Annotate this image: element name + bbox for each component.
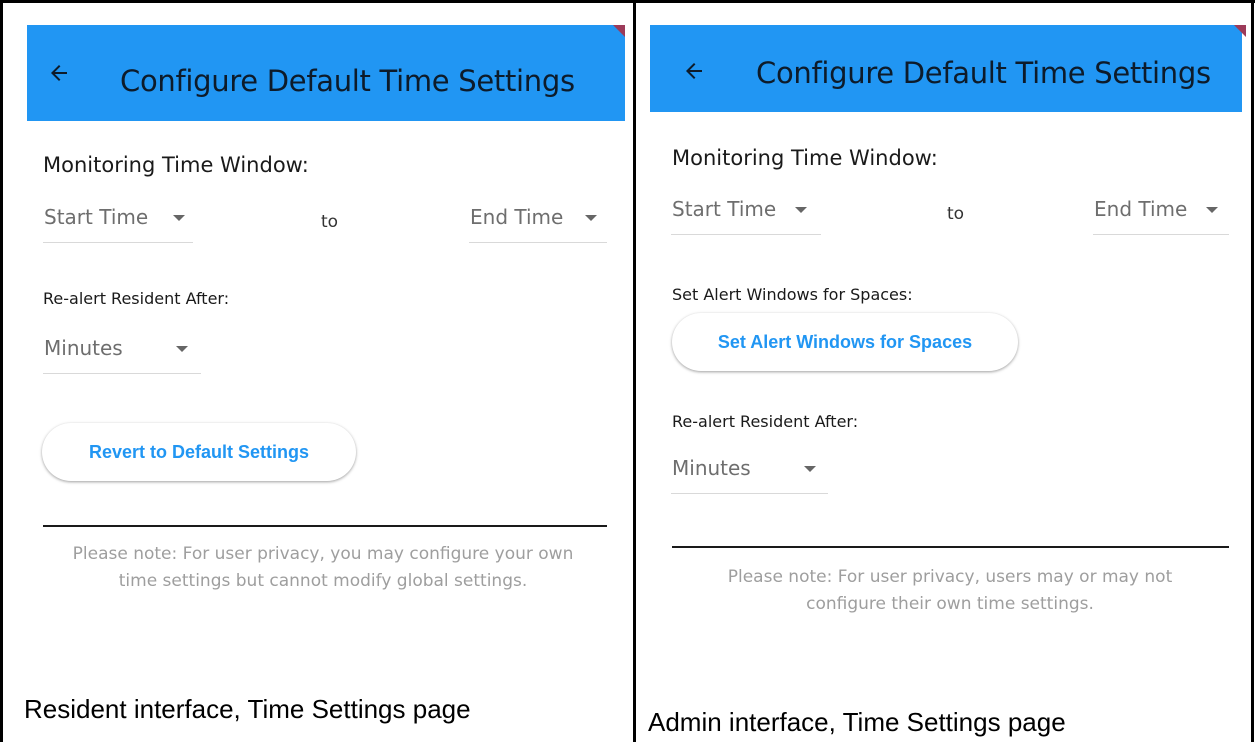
- arrow-back-icon[interactable]: [47, 61, 71, 85]
- triangle-down-icon: [173, 215, 185, 221]
- monitoring-window-label: Monitoring Time Window:: [672, 146, 938, 170]
- arrow-back-icon[interactable]: [682, 59, 706, 83]
- privacy-note-line1: Please note: For user privacy, users may…: [727, 567, 1173, 587]
- privacy-note: Please note: For user privacy, users may…: [660, 564, 1240, 618]
- realert-label: Re-alert Resident After:: [672, 412, 859, 431]
- corner-mark: [613, 25, 625, 37]
- set-alert-windows-button[interactable]: Set Alert Windows for Spaces: [672, 313, 1018, 371]
- minutes-value: Minutes: [44, 336, 123, 360]
- minutes-dropdown[interactable]: Minutes: [43, 328, 201, 374]
- end-time-dropdown[interactable]: End Time: [469, 197, 607, 243]
- triangle-down-icon: [1206, 207, 1218, 213]
- divider-rule: [672, 546, 1229, 548]
- frame-border-right: [1251, 0, 1254, 742]
- admin-caption: Admin interface, Time Settings page: [648, 707, 1066, 737]
- triangle-down-icon: [585, 215, 597, 221]
- start-time-dropdown[interactable]: Start Time: [43, 197, 193, 243]
- realert-label: Re-alert Resident After:: [43, 289, 230, 308]
- start-time-value: Start Time: [672, 197, 777, 221]
- resident-caption: Resident interface, Time Settings page: [24, 694, 471, 724]
- minutes-value: Minutes: [672, 456, 751, 480]
- start-time-value: Start Time: [44, 205, 149, 229]
- resident-panel: Configure Default Time Settings Monitori…: [3, 0, 633, 742]
- monitoring-window-label: Monitoring Time Window:: [43, 153, 309, 177]
- page-title: Configure Default Time Settings: [120, 64, 575, 98]
- triangle-down-icon: [795, 207, 807, 213]
- to-label: to: [321, 212, 339, 232]
- divider-rule: [43, 525, 607, 527]
- privacy-note-line1: Please note: For user privacy, you may c…: [72, 544, 574, 564]
- to-label: to: [947, 204, 965, 224]
- end-time-value: End Time: [470, 205, 564, 229]
- corner-mark: [1234, 25, 1246, 37]
- app-bar: Configure Default Time Settings: [27, 25, 625, 121]
- alert-windows-label: Set Alert Windows for Spaces:: [672, 285, 913, 304]
- minutes-dropdown[interactable]: Minutes: [671, 448, 828, 494]
- end-time-value: End Time: [1094, 197, 1188, 221]
- admin-panel: Configure Default Time Settings Monitori…: [636, 0, 1251, 742]
- privacy-note-line2: configure their own time settings.: [806, 594, 1094, 614]
- start-time-dropdown[interactable]: Start Time: [671, 189, 821, 235]
- triangle-down-icon: [176, 346, 188, 352]
- page-title: Configure Default Time Settings: [756, 56, 1211, 90]
- privacy-note-line2: time settings but cannot modify global s…: [118, 571, 528, 591]
- revert-default-button[interactable]: Revert to Default Settings: [42, 423, 356, 481]
- end-time-dropdown[interactable]: End Time: [1093, 189, 1229, 235]
- app-bar: Configure Default Time Settings: [650, 25, 1242, 112]
- triangle-down-icon: [804, 466, 816, 472]
- privacy-note: Please note: For user privacy, you may c…: [33, 541, 613, 595]
